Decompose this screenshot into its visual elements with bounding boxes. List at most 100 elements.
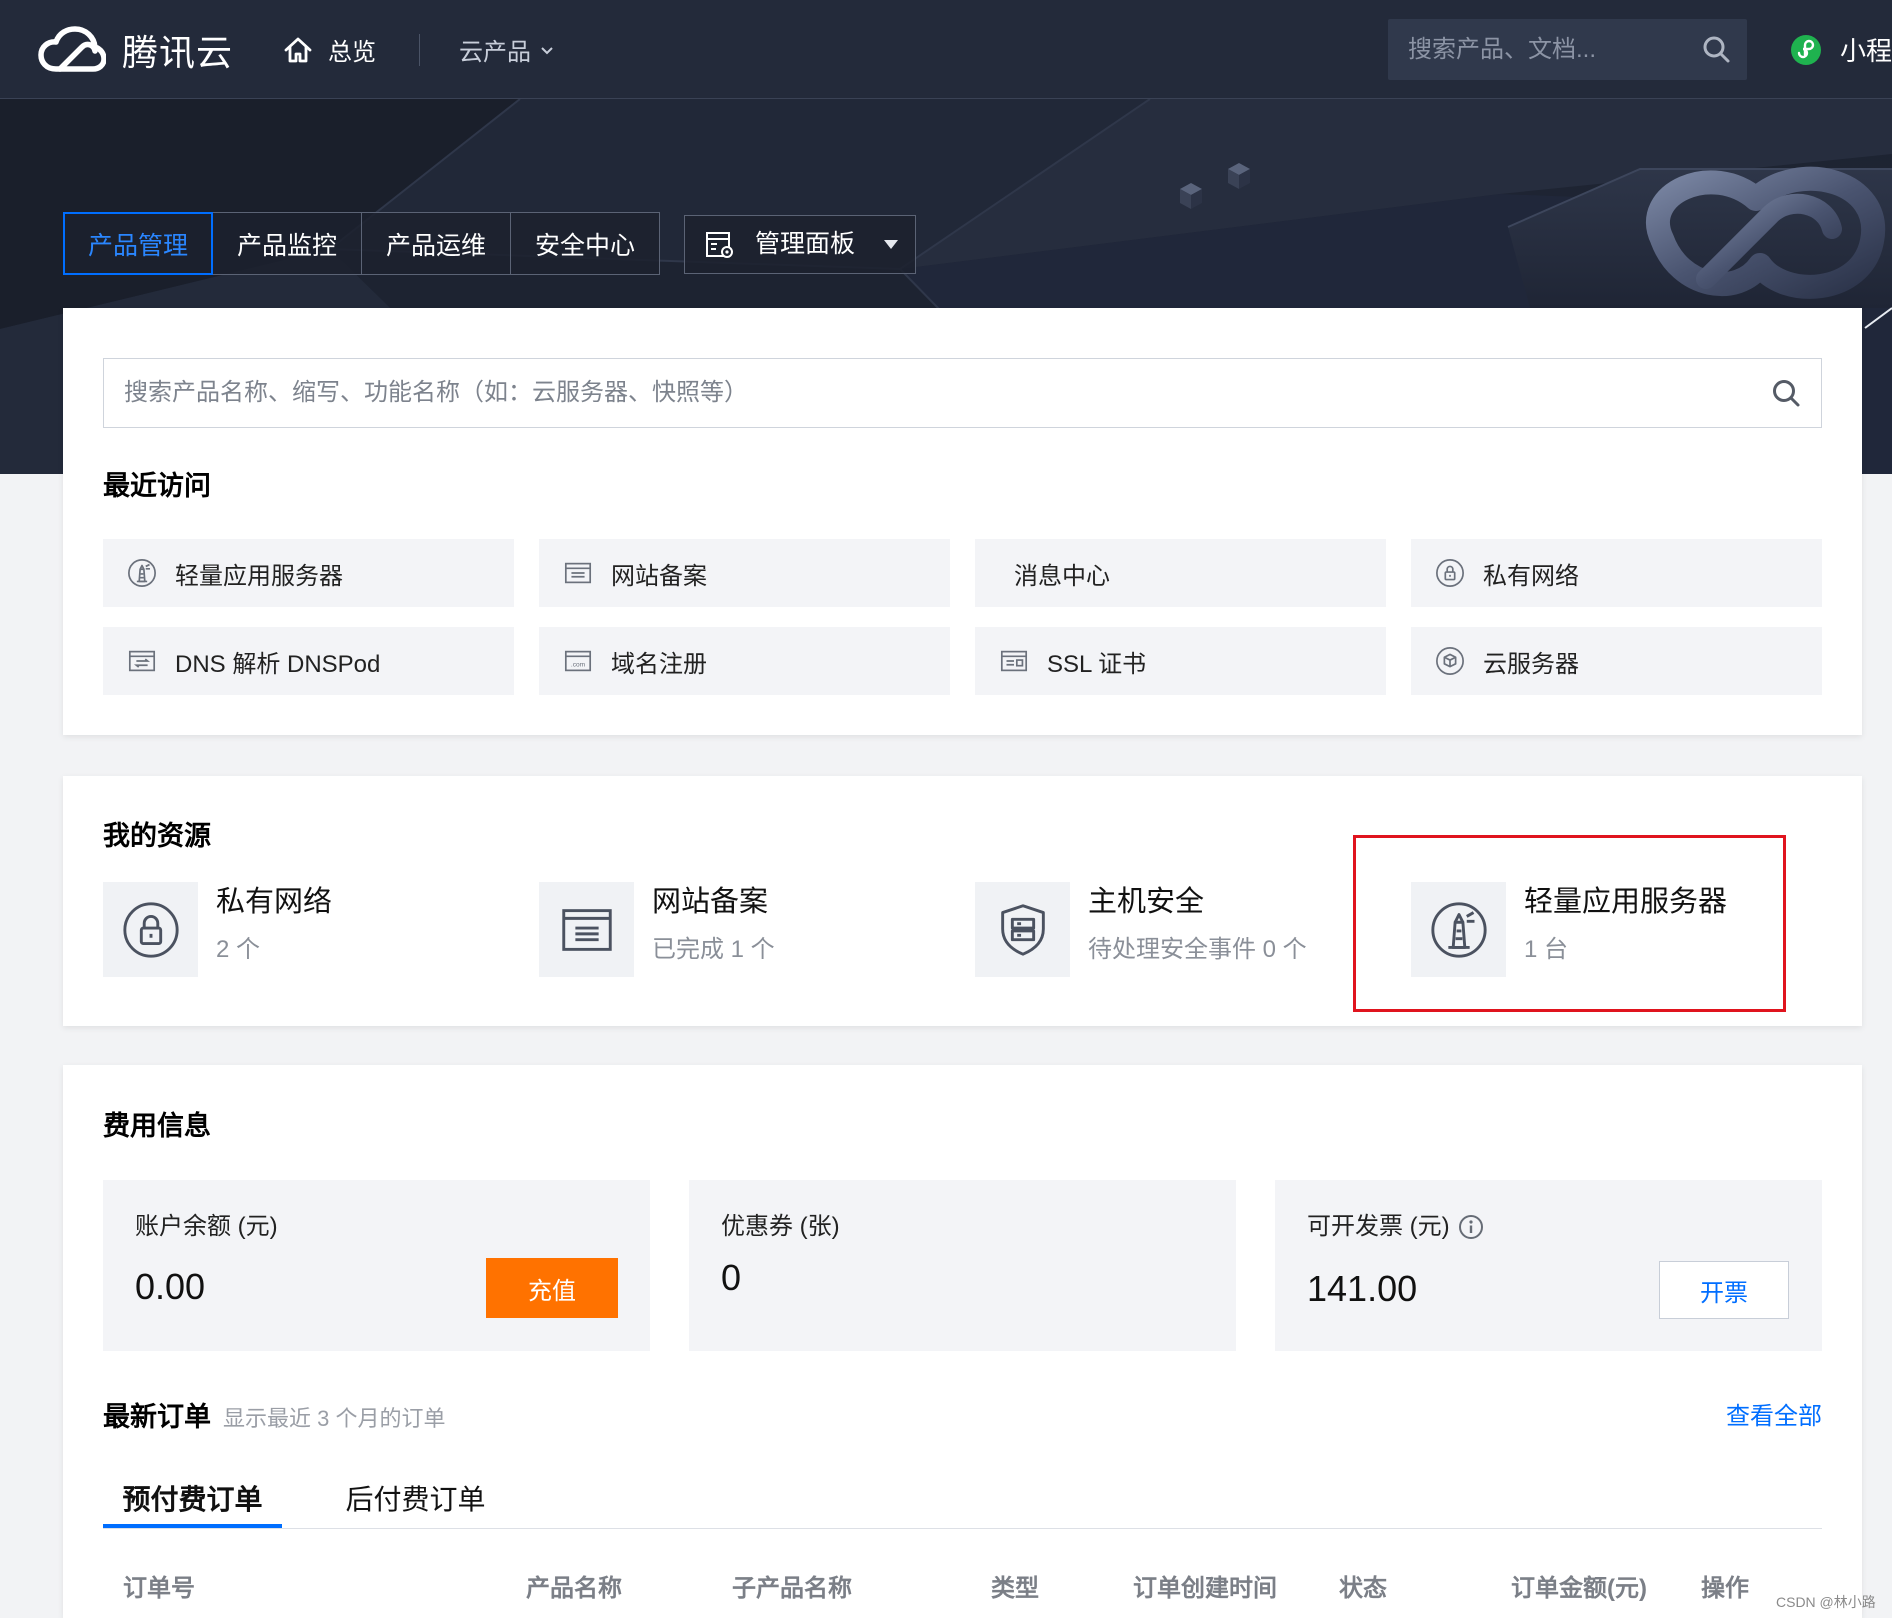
recent-item-label: 消息中心	[1014, 562, 1110, 590]
dashboard-settings-icon	[706, 232, 733, 258]
coupons-label: 优惠券 (张)	[721, 1213, 840, 1240]
tab-prepaid-orders[interactable]: 预付费订单	[103, 1479, 282, 1528]
info-icon[interactable]	[1458, 1214, 1484, 1240]
resource-title: 网站备案	[652, 886, 769, 918]
account-balance-value: 0.00	[135, 1266, 206, 1307]
ssl-certificate-icon	[999, 646, 1029, 676]
column-header-created-time: 订单创建时间	[1133, 1575, 1277, 1602]
my-resources-title: 我的资源	[103, 821, 211, 851]
cloud-products-menu[interactable]: 云产品	[459, 0, 554, 99]
resource-host-security[interactable]: 主机安全 待处理安全事件 0 个	[975, 882, 1386, 977]
global-search-box	[1388, 19, 1747, 80]
dashboard-panel-label: 管理面板	[755, 230, 856, 258]
account-menu[interactable]: 小程	[1790, 0, 1892, 99]
overview-label: 总览	[328, 39, 376, 66]
brand-name: 腾讯云	[122, 32, 234, 73]
recent-item-domain-registration[interactable]: .com 域名注册	[539, 627, 950, 695]
domain-icon-text: .com	[571, 662, 586, 669]
account-name: 小程	[1840, 36, 1892, 66]
dns-icon	[127, 646, 157, 676]
recent-item-label: 云服务器	[1483, 650, 1579, 678]
latest-orders-header: 最新订单 显示最近 3 个月的订单	[103, 1400, 445, 1434]
account-balance-box: 账户余额 (元) 0.00 充值	[103, 1180, 650, 1351]
tabs-divider	[103, 1528, 1822, 1529]
resource-title: 私有网络	[216, 886, 333, 918]
column-header-sub-product-name: 子产品名称	[732, 1575, 852, 1602]
tab-product-monitoring[interactable]: 产品监控	[212, 212, 362, 275]
recent-item-dnspod[interactable]: DNS 解析 DNSPod	[103, 627, 514, 695]
recent-item-lighthouse[interactable]: 轻量应用服务器	[103, 539, 514, 607]
billing-card: 费用信息 账户余额 (元) 0.00 充值 优惠券 (张) 0 可开发票 (元)…	[63, 1065, 1862, 1618]
column-header-status: 状态	[1339, 1575, 1387, 1602]
host-security-shield-icon	[975, 882, 1070, 977]
resource-icp-filing[interactable]: 网站备案 已完成 1 个	[539, 882, 950, 977]
overview-link[interactable]: 总览	[282, 0, 376, 99]
product-navigation-card: 最近访问 轻量应用服务器 网站备案 消息中心	[63, 308, 1862, 735]
tab-product-operations[interactable]: 产品运维	[361, 212, 511, 275]
home-icon	[284, 37, 312, 62]
tab-security-center[interactable]: 安全中心	[510, 212, 660, 275]
recent-item-label: DNS 解析 DNSPod	[175, 650, 381, 678]
tab-postpaid-orders[interactable]: 后付费订单	[326, 1479, 505, 1528]
cvm-cube-icon	[1435, 646, 1465, 676]
mini-program-icon	[1791, 34, 1821, 65]
caret-down-icon	[884, 240, 898, 249]
chevron-down-icon	[541, 46, 553, 54]
column-header-type: 类型	[991, 1575, 1039, 1602]
tencent-cloud-logo-icon	[38, 26, 106, 72]
recent-item-message-center[interactable]: 消息中心	[975, 539, 1386, 607]
column-header-order-id: 订单号	[123, 1575, 195, 1602]
icp-filing-icon	[563, 558, 593, 588]
recent-item-icp-filing[interactable]: 网站备案	[539, 539, 950, 607]
view-all-orders-link[interactable]: 查看全部	[1726, 1400, 1822, 1434]
recent-item-label: 私有网络	[1483, 562, 1579, 590]
global-search-input[interactable]	[1388, 19, 1688, 80]
invoice-box: 可开发票 (元) 141.00 开票	[1275, 1180, 1822, 1351]
account-balance-label: 账户余额 (元)	[135, 1213, 278, 1240]
icp-filing-icon	[539, 882, 634, 977]
product-search-input[interactable]	[104, 359, 1744, 427]
coupons-value: 0	[721, 1257, 742, 1298]
recent-item-label: 轻量应用服务器	[175, 562, 343, 590]
annotation-highlight-box	[1353, 835, 1786, 1012]
resource-vpc[interactable]: 私有网络 2 个	[103, 882, 514, 977]
recent-item-vpc[interactable]: 私有网络	[1411, 539, 1822, 607]
tab-product-management[interactable]: 产品管理	[63, 212, 213, 275]
resource-count: 2 个	[216, 936, 261, 963]
cloud-products-label: 云产品	[459, 39, 531, 66]
coupons-box: 优惠券 (张) 0	[689, 1180, 1236, 1351]
invoice-value: 141.00	[1307, 1268, 1418, 1309]
issue-invoice-button[interactable]: 开票	[1659, 1261, 1789, 1319]
search-icon[interactable]	[1771, 378, 1801, 408]
domain-icon: .com	[563, 646, 593, 676]
resource-count: 已完成 1 个	[652, 936, 775, 963]
column-header-actions: 操作	[1701, 1575, 1749, 1602]
recent-item-label: SSL 证书	[1047, 650, 1147, 678]
lighthouse-icon	[127, 558, 157, 588]
brand-logo[interactable]: 腾讯云	[38, 22, 233, 78]
recent-item-label: 网站备案	[611, 562, 707, 590]
console-tabs: 产品管理 产品监控 产品运维 安全中心	[63, 212, 660, 275]
dashboard-panel-dropdown[interactable]: 管理面板	[684, 215, 916, 274]
invoice-label: 可开发票 (元)	[1307, 1213, 1450, 1240]
resource-title: 主机安全	[1088, 886, 1205, 918]
vpc-lock-icon	[1435, 558, 1465, 588]
vpc-lock-icon	[103, 882, 198, 977]
recent-item-cvm[interactable]: 云服务器	[1411, 627, 1822, 695]
recent-item-ssl-certificate[interactable]: SSL 证书	[975, 627, 1386, 695]
recent-visits-title: 最近访问	[103, 471, 211, 501]
column-header-amount: 订单金额(元)	[1511, 1575, 1647, 1602]
resource-count: 待处理安全事件 0 个	[1088, 936, 1307, 963]
latest-orders-subtitle: 显示最近 3 个月的订单	[223, 1406, 446, 1431]
search-icon[interactable]	[1701, 34, 1731, 64]
top-navigation-bar: 腾讯云 总览 云产品 小程	[0, 0, 1892, 99]
column-header-product-name: 产品名称	[526, 1575, 622, 1602]
product-search-box	[103, 358, 1822, 428]
recent-visits-grid: 轻量应用服务器 网站备案 消息中心 私有网络 DNS 解析 DNSPod .co…	[103, 539, 1822, 695]
watermark: CSDN @林小路	[1776, 1594, 1876, 1610]
nav-divider	[419, 34, 420, 66]
my-resources-card: 我的资源 私有网络 2 个 网站备案 已完成 1 个 主机安全 待处理安全事件 …	[63, 776, 1862, 1026]
recharge-button[interactable]: 充值	[486, 1258, 618, 1318]
latest-orders-title: 最新订单	[103, 1402, 211, 1432]
invoice-label-row: 可开发票 (元)	[1307, 1212, 1484, 1242]
